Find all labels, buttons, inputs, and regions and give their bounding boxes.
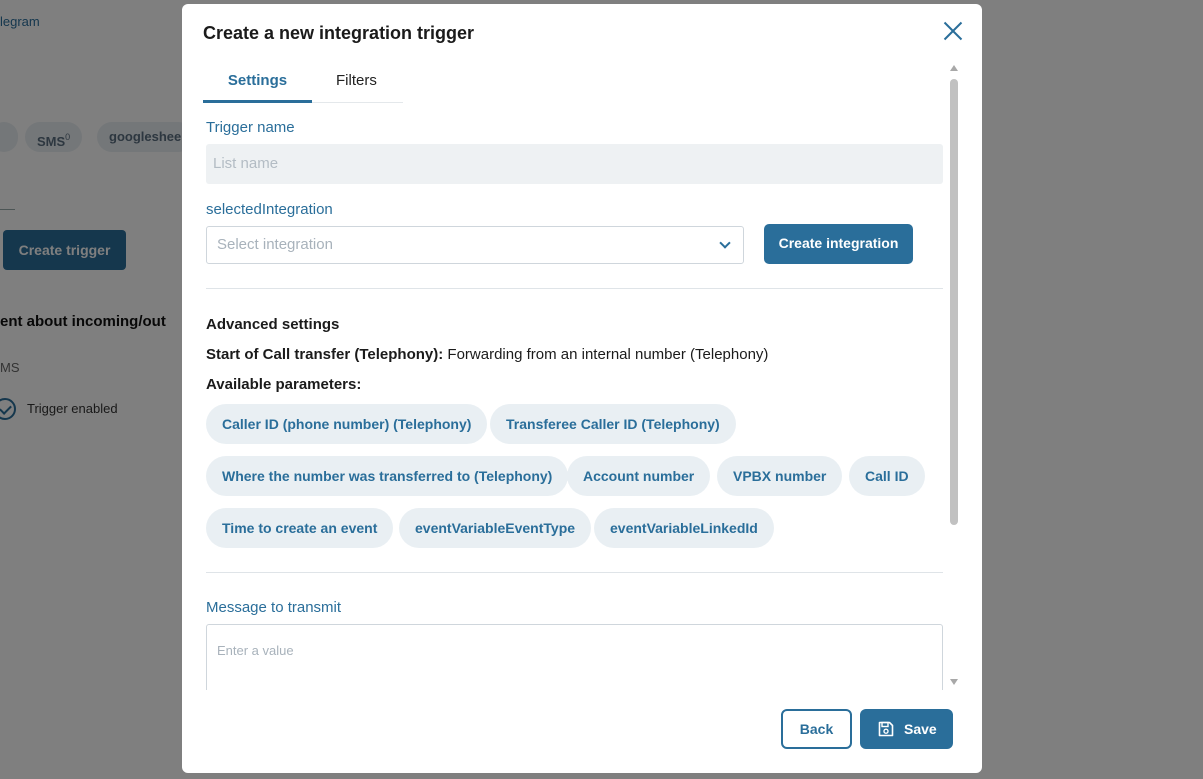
parameter-chip[interactable]: Transferee Caller ID (Telephony) bbox=[490, 404, 736, 444]
event-description: Start of Call transfer (Telephony): Forw… bbox=[206, 346, 768, 363]
event-detail: Forwarding from an internal number (Tele… bbox=[443, 346, 769, 363]
trigger-name-input[interactable]: List name bbox=[206, 144, 943, 184]
trigger-name-label: Trigger name bbox=[206, 119, 295, 136]
scroll-up-arrow-icon[interactable] bbox=[950, 65, 958, 71]
scroll-down-arrow-icon[interactable] bbox=[950, 679, 958, 685]
message-textarea[interactable]: Enter a value bbox=[206, 624, 943, 690]
section-divider bbox=[206, 572, 943, 573]
save-button-label: Save bbox=[904, 721, 937, 737]
integration-select-placeholder: Select integration bbox=[217, 236, 333, 253]
tab-settings[interactable]: Settings bbox=[203, 62, 312, 103]
scrollbar-thumb[interactable] bbox=[950, 79, 958, 525]
event-name: Start of Call transfer (Telephony): bbox=[206, 346, 444, 363]
parameter-chip[interactable]: Account number bbox=[567, 456, 711, 496]
modal-title: Create a new integration trigger bbox=[203, 23, 475, 43]
floppy-disk-icon bbox=[878, 721, 894, 737]
available-parameters-heading: Available parameters: bbox=[206, 376, 362, 393]
parameter-chip[interactable]: eventVariableLinkedId bbox=[594, 508, 774, 548]
create-integration-button[interactable]: Create integration bbox=[764, 224, 913, 264]
parameter-chip[interactable]: eventVariableEventType bbox=[399, 508, 592, 548]
section-divider bbox=[206, 288, 943, 289]
message-label: Message to transmit bbox=[206, 599, 342, 616]
parameter-chip[interactable]: Time to create an event bbox=[206, 508, 394, 548]
tab-bar: Settings Filters bbox=[203, 62, 403, 103]
tab-filters[interactable]: Filters bbox=[336, 62, 377, 103]
parameter-chip[interactable]: Where the number was transferred to (Tel… bbox=[206, 456, 569, 496]
integration-select[interactable]: Select integration bbox=[206, 226, 744, 264]
back-button[interactable]: Back bbox=[781, 709, 852, 749]
create-trigger-modal: Create a new integration trigger Setting… bbox=[182, 4, 982, 773]
parameter-chip[interactable]: VPBX number bbox=[717, 456, 843, 496]
parameter-chip[interactable]: Call ID bbox=[849, 456, 925, 496]
save-button[interactable]: Save bbox=[860, 709, 953, 749]
modal-scrollbar[interactable] bbox=[947, 61, 961, 688]
selected-integration-label: selectedIntegration bbox=[206, 201, 333, 218]
modal-scroll-content[interactable]: Trigger name List name selectedIntegrati… bbox=[206, 108, 943, 690]
close-icon[interactable] bbox=[943, 21, 963, 41]
parameter-chip[interactable]: Caller ID (phone number) (Telephony) bbox=[206, 404, 488, 444]
chevron-down-icon bbox=[719, 237, 731, 249]
advanced-settings-heading: Advanced settings bbox=[206, 316, 340, 333]
